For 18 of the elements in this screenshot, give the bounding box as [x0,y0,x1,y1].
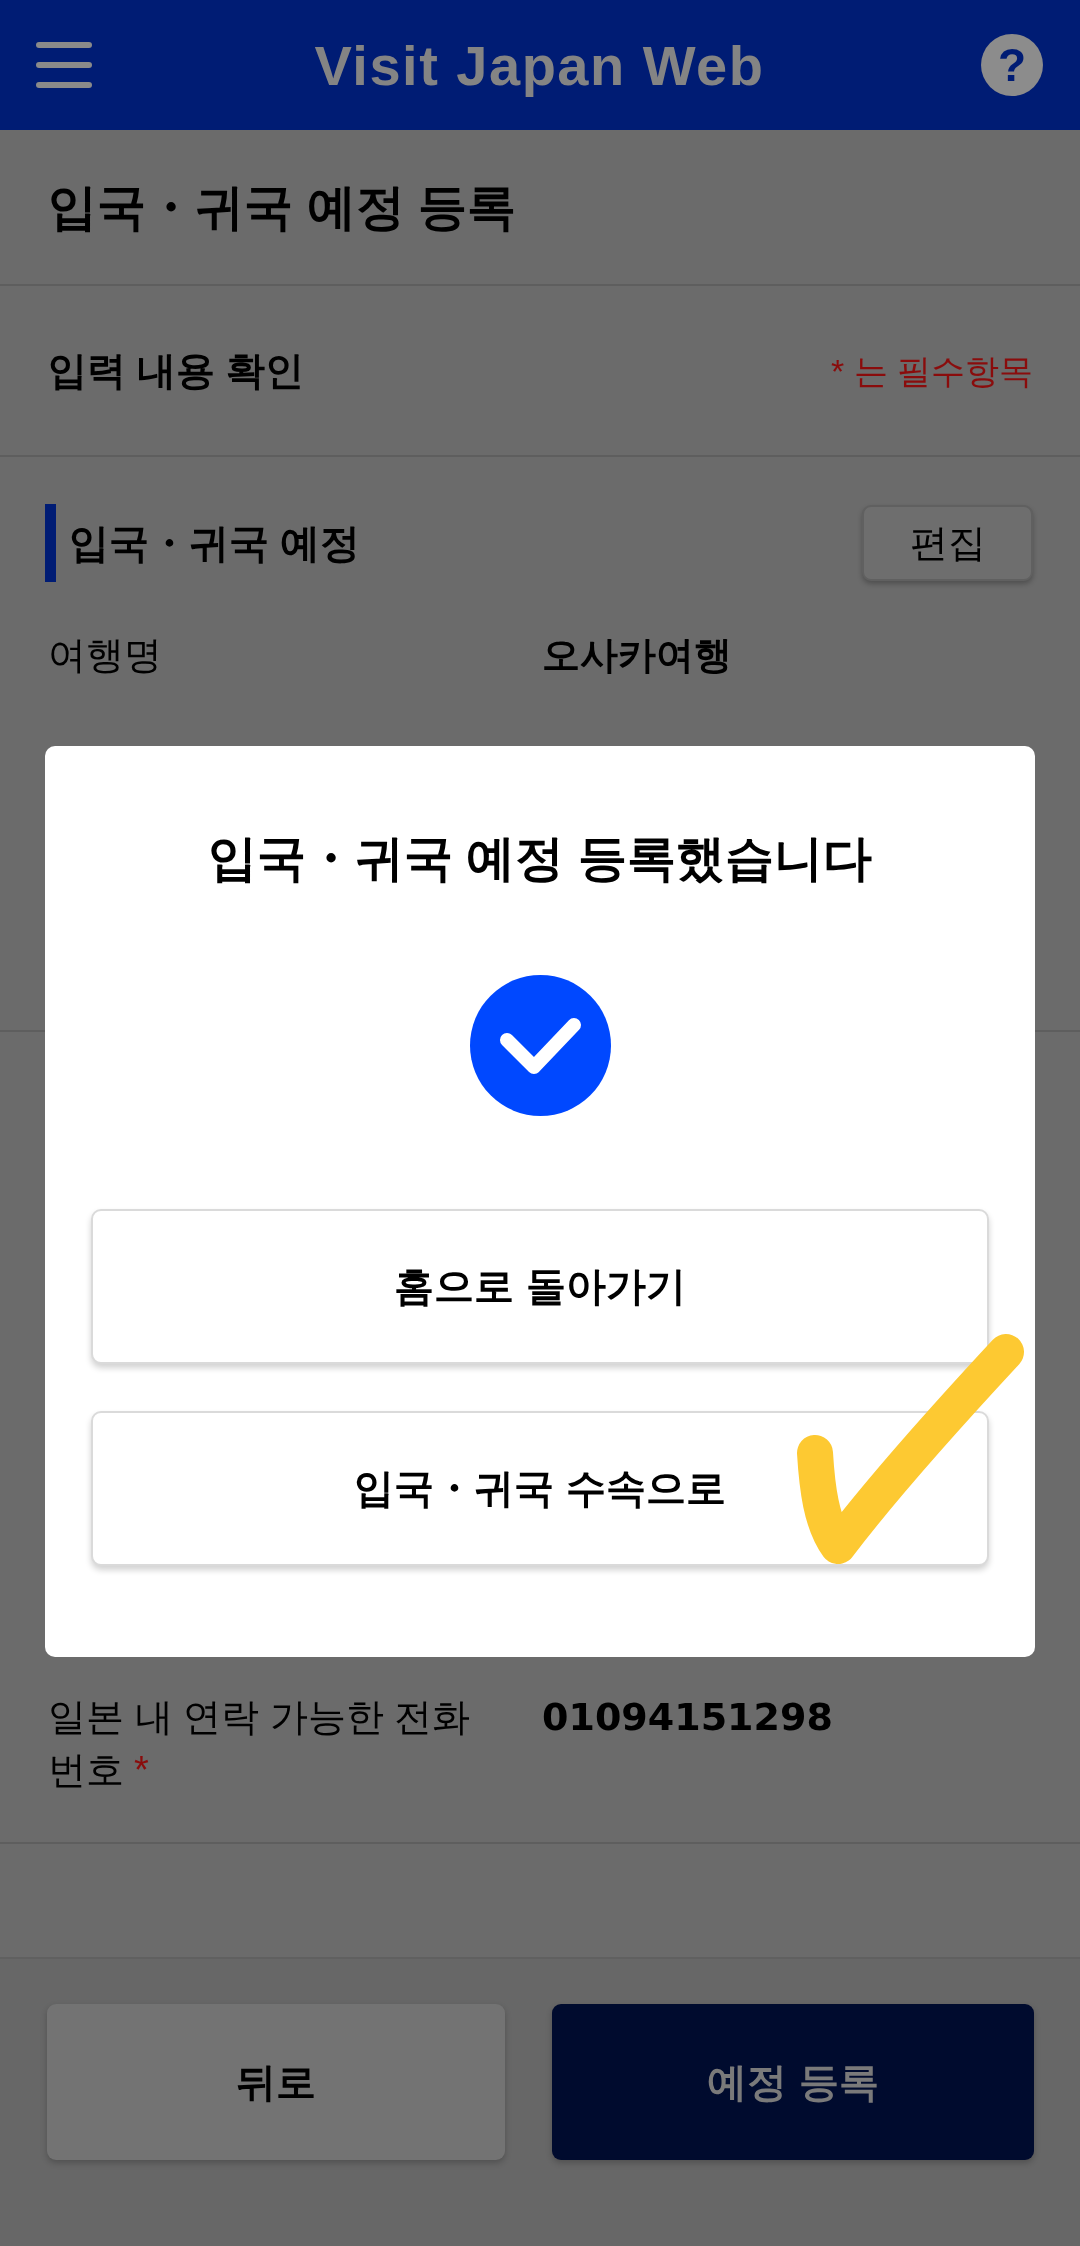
field-label: 여행명 [48,633,163,678]
help-button[interactable]: ? [981,34,1043,96]
home-button[interactable]: 홈으로 돌아가기 [91,1209,989,1364]
edit-button[interactable]: 편집 [862,505,1033,581]
required-legend: * 는 필수항목 [830,346,1033,395]
field-value: 오사카여행 [542,632,732,679]
dialog-title: 입국・귀국 예정 등록했습니다 [207,830,873,887]
page-title: 입국・귀국 예정 등록 [48,179,517,236]
field-value: 01094151298 [542,1694,833,1741]
back-button[interactable]: 뒤로 [47,2004,505,2160]
field-label: 일본 내 연락 가능한 전화 번호 * [48,1695,472,1793]
menu-icon[interactable] [36,42,92,88]
check-circle-icon [469,975,611,1116]
confirm-heading: 입력 내용 확인 [48,347,304,394]
app-title: Visit Japan Web [314,32,765,98]
section-title: 입국・귀국 예정 [45,504,361,582]
register-button[interactable]: 예정 등록 [552,2004,1034,2160]
procedure-button[interactable]: 입국・귀국 수속으로 [91,1411,989,1566]
